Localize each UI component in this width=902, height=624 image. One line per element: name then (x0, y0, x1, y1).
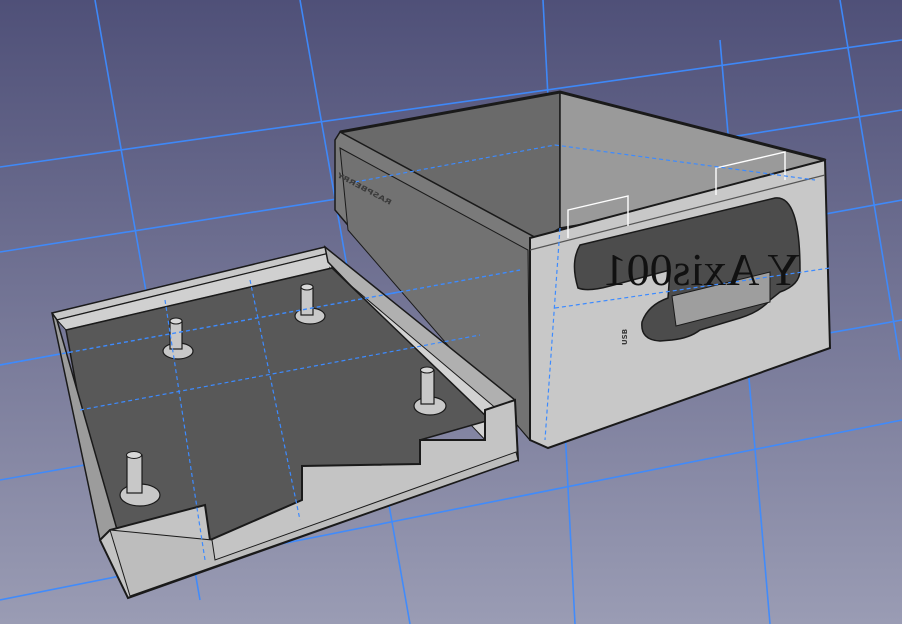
3d-scene[interactable]: RASPBERRY USB Y Axis001 (0, 0, 902, 624)
front-engraving: USB (621, 329, 629, 345)
3d-viewport[interactable]: RASPBERRY USB Y Axis001 (0, 0, 902, 624)
axis-label: Y Axis001 (604, 244, 800, 295)
